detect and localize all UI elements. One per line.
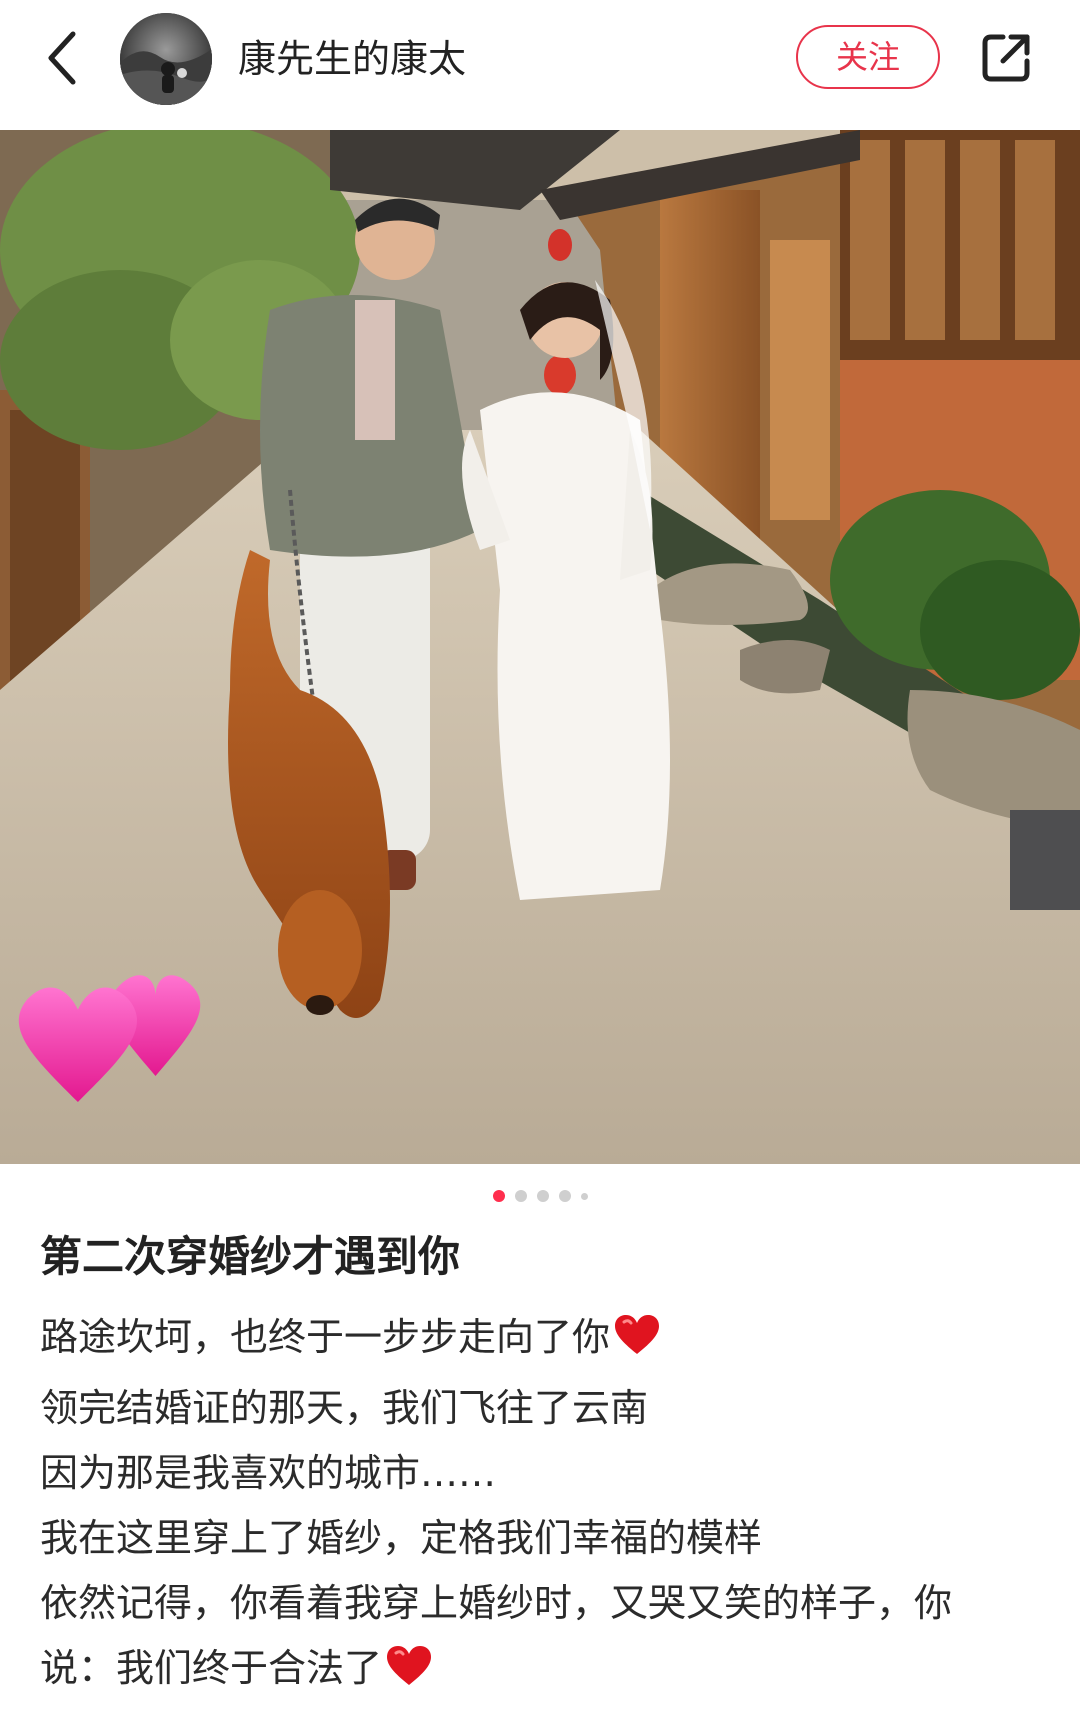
wedding-photo-illustration (0, 130, 1080, 1164)
post-line: 依然记得，你看着我穿上婚纱时，又哭又笑的样子，你 (40, 1581, 953, 1625)
top-bar: 康先生的康太 关注 (0, 0, 1080, 130)
post-title: 第二次穿婚纱才遇到你 (40, 1232, 461, 1281)
carousel-dot-3[interactable] (536, 1190, 549, 1202)
post-line-text: 路途坎坷，也终于一步步走向了你 (40, 1315, 611, 1359)
post-line: 说：我们终于合法了 (40, 1636, 1050, 1707)
carousel-indicator (0, 1186, 1080, 1206)
back-button[interactable] (30, 22, 94, 98)
post-line: 因为那是我喜欢的城市…… (40, 1451, 497, 1495)
follow-button[interactable]: 关注 (796, 25, 940, 89)
post-line-text: 说：我们终于合法了 (40, 1646, 383, 1690)
carousel-dot-1[interactable] (492, 1190, 505, 1202)
post-line: 领完结婚证的那天，我们飞往了云南 (40, 1386, 649, 1430)
carousel-dot-4[interactable] (558, 1190, 571, 1202)
carousel-dot-2[interactable] (514, 1190, 527, 1202)
bottom-edge (0, 1704, 1080, 1718)
share-icon (979, 29, 1035, 89)
author-name[interactable]: 康先生的康太 (238, 31, 466, 87)
post-body: 路途坎坷，也终于一步步走向了你 领完结婚证的那天，我们飞往了云南 因为那是我喜欢… (40, 1305, 1050, 1707)
share-button[interactable] (976, 28, 1038, 90)
red-heart-icon (386, 1642, 432, 1707)
post-line: 我在这里穿上了婚纱，定格我们幸福的模样 (40, 1516, 763, 1560)
author-avatar[interactable] (120, 13, 212, 105)
post-photo[interactable] (0, 130, 1080, 1164)
red-heart-icon (614, 1311, 660, 1376)
post-line: 路途坎坷，也终于一步步走向了你 (40, 1305, 1050, 1376)
carousel-dot-5[interactable] (580, 1192, 588, 1200)
chevron-left-icon (45, 30, 79, 90)
